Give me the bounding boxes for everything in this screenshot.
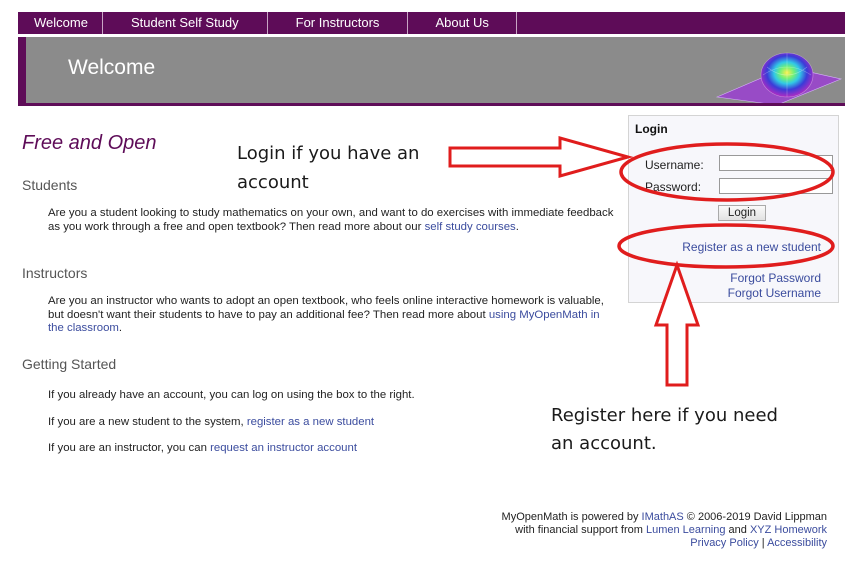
gs-line-3: If you are an instructor, you can reques… [48, 442, 618, 456]
nav-for-instructors[interactable]: For Instructors [268, 12, 409, 34]
welcome-banner: Welcome [18, 37, 845, 106]
accessibility-link[interactable]: Accessibility [767, 537, 827, 549]
login-annotation-line-1: Login if you have an [237, 143, 420, 164]
students-text: Are you a student looking to study mathe… [48, 207, 614, 233]
instructors-period: . [118, 322, 123, 334]
footer-separator: | [758, 537, 768, 549]
login-title: Login [635, 122, 668, 136]
nav-student-self-study[interactable]: Student Self Study [103, 12, 268, 34]
instructors-heading: Instructors [22, 265, 88, 281]
students-paragraph: Are you a student looking to study mathe… [48, 207, 618, 234]
page-title: Free and Open [22, 132, 157, 154]
register-annotation-line-1: Register here if you need [551, 405, 778, 426]
footer-line-3: Privacy Policy | Accessibility [502, 537, 827, 550]
nav-welcome[interactable]: Welcome [18, 12, 103, 34]
privacy-policy-link[interactable]: Privacy Policy [690, 537, 758, 549]
lumen-learning-link[interactable]: Lumen Learning [646, 524, 726, 536]
footer-line-1: MyOpenMath is powered by IMathAS © 2006-… [502, 511, 827, 524]
surface-plot-graphic [715, 52, 843, 105]
footer-support-text: with financial support from [515, 524, 646, 536]
nav-about-us[interactable]: About Us [408, 12, 517, 34]
username-input[interactable] [719, 155, 833, 171]
gs-line-2-text: If you are a new student to the system, [48, 416, 247, 428]
footer-powered-by: MyOpenMath is powered by [501, 511, 642, 523]
getting-started-heading: Getting Started [22, 356, 117, 372]
banner-divider [18, 103, 845, 106]
login-arrow-annotation [448, 136, 634, 178]
instructors-paragraph: Are you an instructor who wants to adopt… [48, 295, 618, 336]
register-new-student-link[interactable]: Register as a new student [682, 240, 821, 254]
site-logo[interactable] [22, 0, 132, 6]
forgot-password-link[interactable]: Forgot Password [730, 271, 821, 285]
login-annotation-line-2: account [237, 172, 309, 193]
footer-and: and [725, 524, 750, 536]
password-label: Password: [645, 180, 702, 194]
username-label: Username: [645, 158, 704, 172]
password-input[interactable] [719, 178, 833, 194]
request-instructor-account-link[interactable]: request an instructor account [210, 442, 357, 454]
register-annotation-line-2: an account. [551, 433, 657, 454]
forgot-username-link[interactable]: Forgot Username [728, 286, 821, 300]
gs-line-1: If you already have an account, you can … [48, 389, 415, 401]
footer: MyOpenMath is powered by IMathAS © 2006-… [502, 511, 827, 550]
banner-title: Welcome [68, 56, 156, 79]
gs-line-2: If you are a new student to the system, … [48, 416, 618, 430]
gs-line-3-text: If you are an instructor, you can [48, 442, 211, 454]
students-heading: Students [22, 177, 78, 193]
footer-copyright: © 2006-2019 David Lippman [683, 511, 827, 523]
register-new-student-link-body[interactable]: register as a new student [247, 416, 374, 428]
self-study-courses-link[interactable]: self study courses [425, 221, 516, 233]
xyz-homework-link[interactable]: XYZ Homework [750, 524, 827, 536]
students-period: . [515, 220, 519, 233]
footer-line-2: with financial support from Lumen Learni… [502, 524, 827, 537]
login-button[interactable]: Login [718, 205, 766, 221]
main-nav: Welcome Student Self Study For Instructo… [18, 12, 845, 34]
imathas-link[interactable]: IMathAS [642, 511, 684, 523]
